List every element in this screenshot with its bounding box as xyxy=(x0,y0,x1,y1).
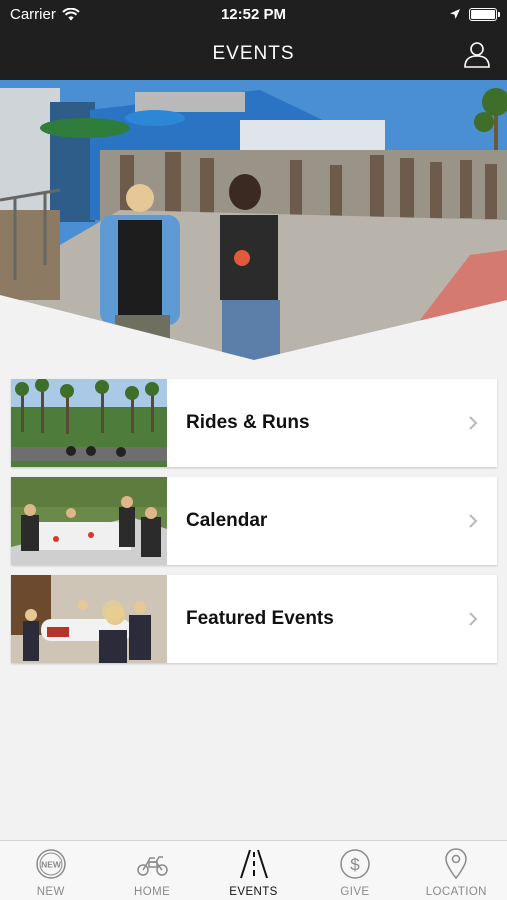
tab-label: LOCATION xyxy=(425,886,487,898)
rides-runs-thumbnail xyxy=(11,379,167,467)
dollar-circle-icon: $ xyxy=(340,849,370,879)
menu-item-label: Calendar xyxy=(186,510,268,531)
tab-label: HOME xyxy=(134,886,171,898)
map-pin-icon xyxy=(445,848,468,880)
road-icon xyxy=(239,849,268,879)
calendar-thumbnail xyxy=(11,477,167,565)
tab-home[interactable]: HOME xyxy=(101,841,202,900)
tab-label: GIVE xyxy=(340,886,370,898)
hero-image xyxy=(0,80,507,362)
chevron-right-icon xyxy=(469,612,478,626)
tab-give[interactable]: $ GIVE xyxy=(304,841,405,900)
wifi-icon xyxy=(62,7,80,20)
svg-text:NEW: NEW xyxy=(41,860,62,870)
carrier-label: Carrier xyxy=(10,5,56,23)
tab-label: NEW xyxy=(36,886,65,898)
menu-item-rides-runs[interactable]: Rides & Runs xyxy=(11,379,497,467)
menu-item-label: Featured Events xyxy=(186,608,334,629)
motorcycle-icon xyxy=(137,856,168,876)
featured-events-thumbnail xyxy=(11,575,167,663)
nav-bar: EVENTS xyxy=(0,28,507,80)
tab-location[interactable]: LOCATION xyxy=(406,841,507,900)
tab-label: EVENTS xyxy=(229,886,278,898)
new-badge-icon: NEW xyxy=(35,849,66,879)
events-menu: Rides & Runs Calendar Featured Events xyxy=(11,379,497,673)
status-bar: Carrier 12:52 PM xyxy=(0,0,507,28)
profile-icon[interactable] xyxy=(463,40,491,68)
menu-item-calendar[interactable]: Calendar xyxy=(11,477,497,565)
page-title: EVENTS xyxy=(212,43,295,64)
menu-item-featured-events[interactable]: Featured Events xyxy=(11,575,497,663)
svg-text:$: $ xyxy=(350,855,360,874)
menu-item-label: Rides & Runs xyxy=(186,412,310,433)
chevron-right-icon xyxy=(469,514,478,528)
tab-new[interactable]: NEW NEW xyxy=(0,841,101,900)
battery-icon xyxy=(469,7,500,21)
chevron-right-icon xyxy=(469,416,478,430)
tab-bar: NEW NEW HOME EVENTS $ GIVE LOCATION xyxy=(0,840,507,900)
location-arrow-icon xyxy=(450,9,460,19)
tab-events[interactable]: EVENTS xyxy=(203,841,304,900)
